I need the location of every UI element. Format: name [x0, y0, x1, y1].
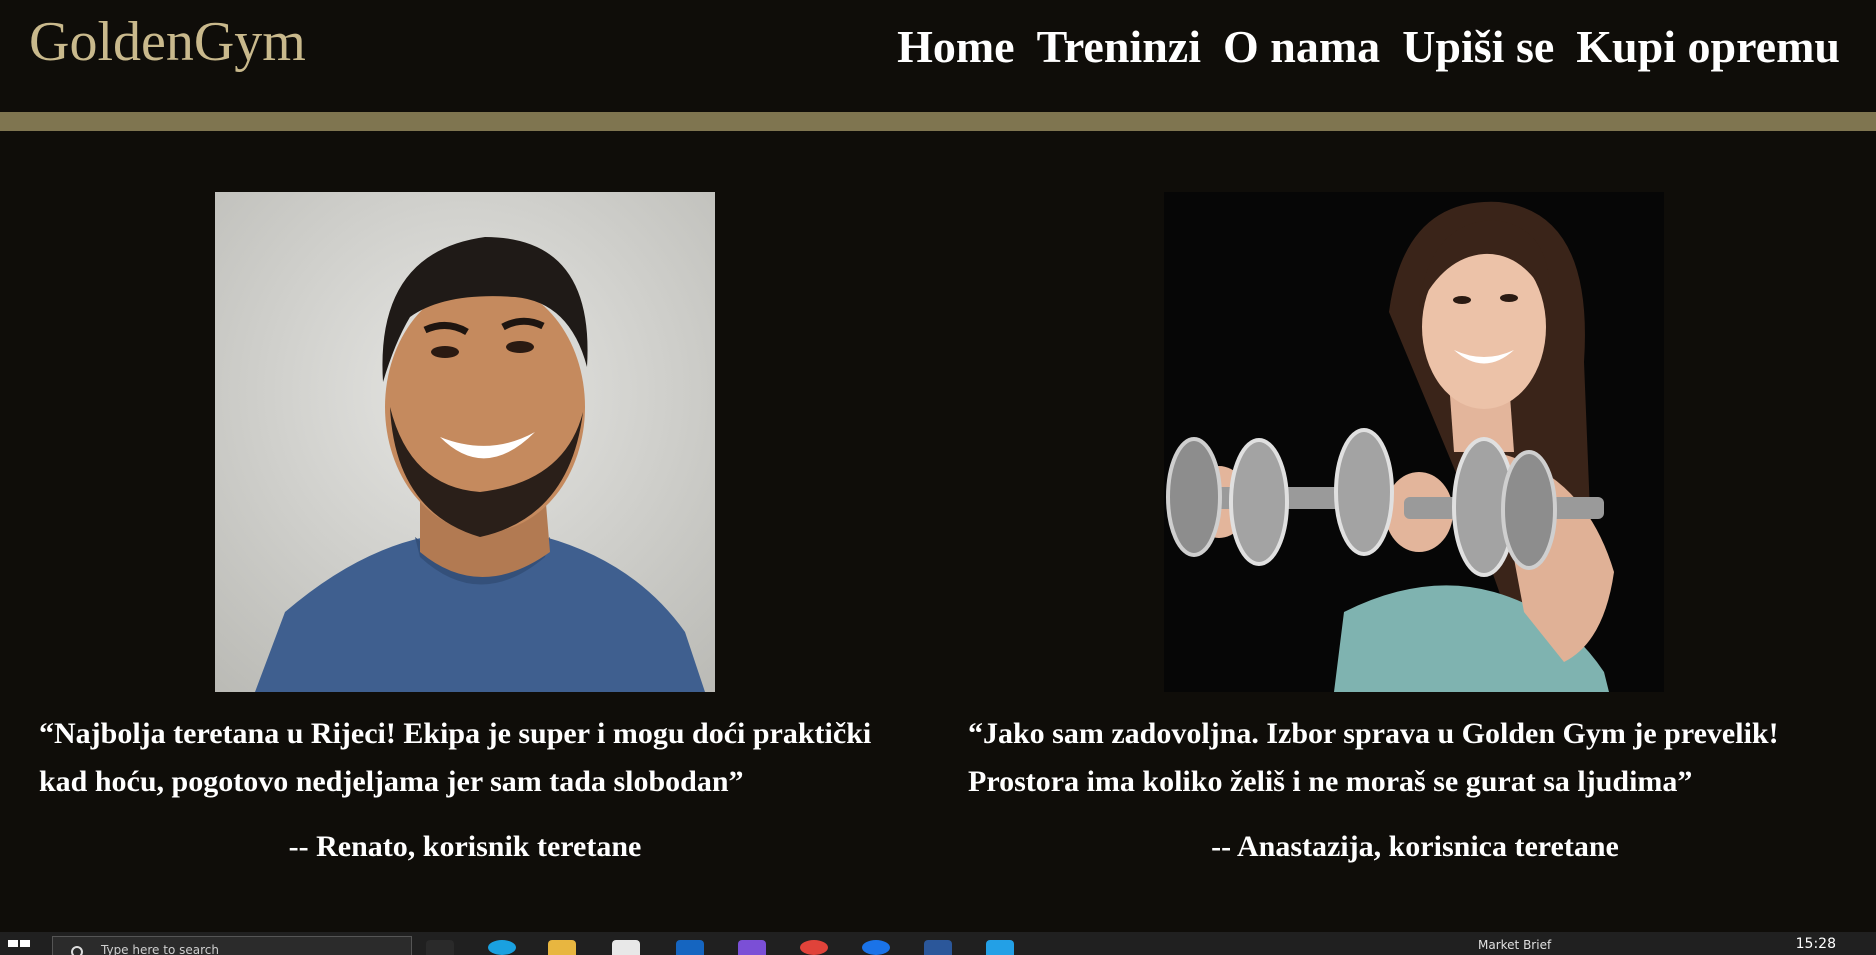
- testimonial-quote-anastazija: “Jako sam zadovoljna. Izbor sprava u Gol…: [968, 710, 1868, 806]
- chrome-browser-icon[interactable]: [800, 940, 828, 955]
- quote-line: “Najbolja teretana u Rijeci! Ekipa je su…: [39, 717, 872, 750]
- testimonial-photo-anastazija: [1164, 192, 1664, 692]
- nav-kupi-opremu-link[interactable]: Kupi opremu: [1576, 16, 1840, 78]
- quote-line: Prostora ima koliko želiš i ne moraš se …: [968, 765, 1693, 798]
- renato-portrait-illustration: [215, 192, 715, 692]
- testimonial-author-anastazija: -- Anastazija, korisnica teretane: [1211, 830, 1619, 863]
- word-icon[interactable]: [924, 940, 952, 955]
- header-divider: [0, 112, 1876, 131]
- file-explorer-icon[interactable]: [548, 940, 576, 955]
- taskbar-search-placeholder: Type here to search: [101, 943, 219, 955]
- nav-treninzi-link[interactable]: Treninzi: [1037, 16, 1201, 78]
- site-logo[interactable]: GoldenGym: [29, 10, 306, 74]
- store-icon[interactable]: [612, 940, 640, 955]
- main-nav: Home Treninzi O nama Upiši se Kupi oprem…: [897, 16, 1840, 78]
- os-taskbar: Type here to search Market Brief 15:28: [0, 932, 1876, 955]
- edge-browser-icon[interactable]: [488, 940, 516, 955]
- quote-line: “Jako sam zadovoljna. Izbor sprava u Gol…: [968, 717, 1779, 750]
- app-icon[interactable]: [738, 940, 766, 955]
- taskbar-search-input[interactable]: Type here to search: [52, 936, 412, 955]
- app-icon[interactable]: [862, 940, 890, 955]
- testimonial-quote-renato: “Najbolja teretana u Rijeci! Ekipa je su…: [39, 710, 939, 806]
- site-header: GoldenGym Home Treninzi O nama Upiši se …: [0, 0, 1876, 112]
- mail-icon[interactable]: [676, 940, 704, 955]
- nav-o-nama-link[interactable]: O nama: [1223, 16, 1380, 78]
- testimonial-photo-renato: [215, 192, 715, 692]
- nav-upisi-se-link[interactable]: Upiši se: [1402, 16, 1554, 78]
- taskbar-news-widget[interactable]: Market Brief: [1478, 938, 1551, 952]
- taskbar-clock[interactable]: 15:28: [1796, 936, 1836, 952]
- nav-home-link[interactable]: Home: [897, 16, 1015, 78]
- anastazija-portrait-illustration: [1164, 192, 1664, 692]
- quote-line: kad hoću, pogotovo nedjeljama jer sam ta…: [39, 765, 744, 798]
- task-view-icon[interactable]: [426, 940, 454, 955]
- vscode-icon[interactable]: [986, 940, 1014, 955]
- windows-start-icon[interactable]: [8, 940, 30, 955]
- testimonial-author-renato: -- Renato, korisnik teretane: [288, 830, 642, 863]
- search-icon: [71, 946, 83, 955]
